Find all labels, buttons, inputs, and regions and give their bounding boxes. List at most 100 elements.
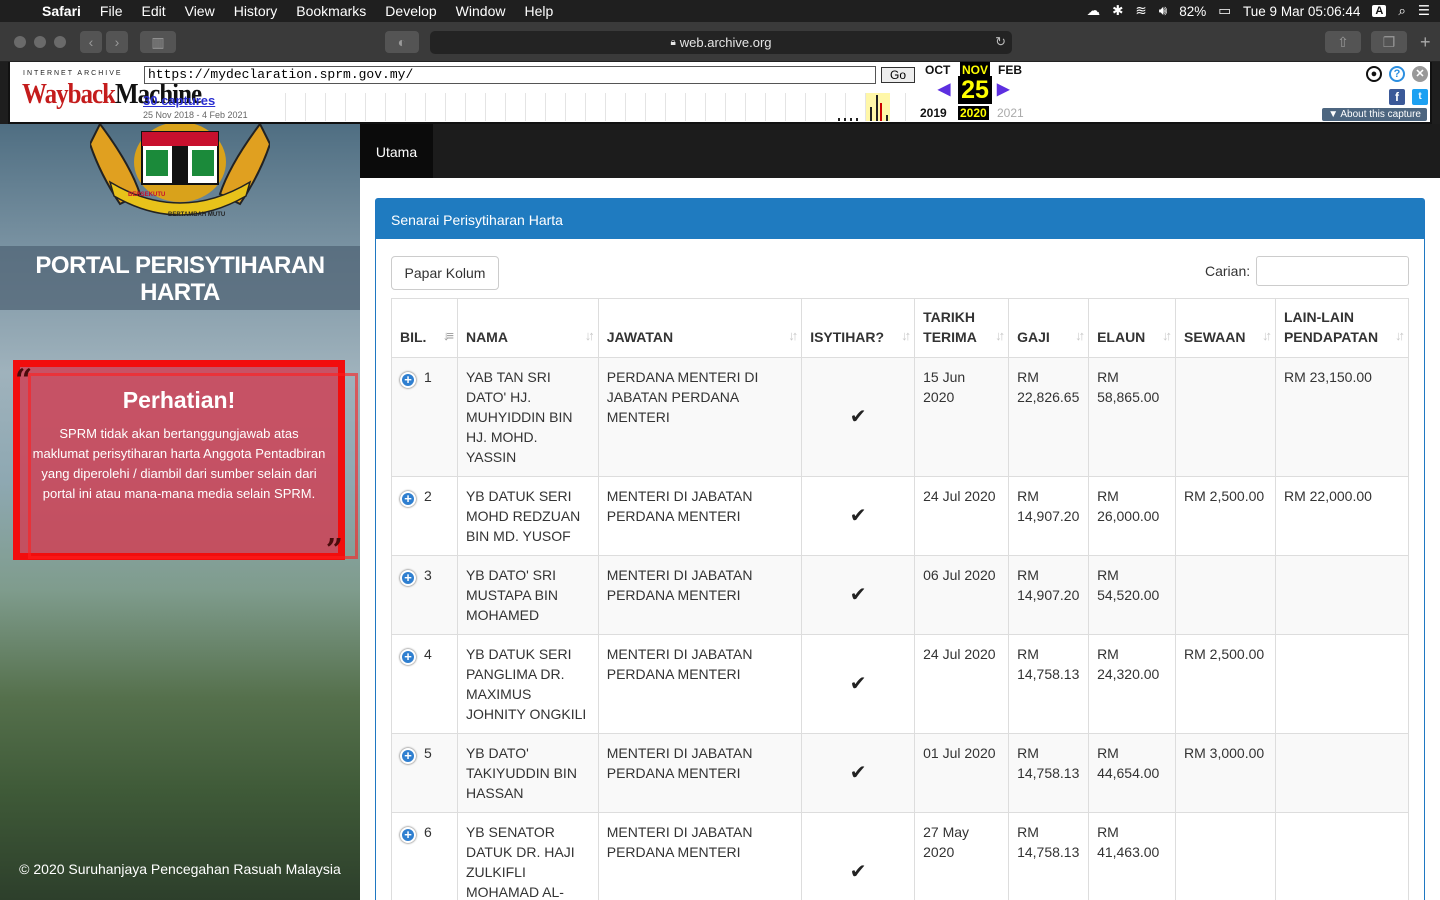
header-nama[interactable]: NAMA ↓↑ bbox=[456, 298, 599, 358]
expand-row-icon[interactable]: + bbox=[400, 748, 416, 764]
close-window-button[interactable] bbox=[14, 36, 26, 48]
header-label: GAJI bbox=[1017, 329, 1050, 345]
address-bar[interactable]: 🔒︎ web.archive.org ↻ bbox=[430, 31, 1012, 54]
captures-range: 25 Nov 2018 - 4 Feb 2021 bbox=[143, 110, 248, 120]
nav-tab-utama[interactable]: Utama bbox=[360, 124, 433, 178]
header-jawatan[interactable]: JAWATAN ↓↑ bbox=[597, 298, 803, 358]
shield-icon[interactable]: ◐ bbox=[385, 31, 419, 53]
next-capture-arrow-icon[interactable]: ▶ bbox=[997, 79, 1009, 99]
user-account-icon[interactable]: ● bbox=[1366, 66, 1382, 82]
cell-gaji: RM 14,758.13 bbox=[1008, 634, 1090, 734]
year-prev[interactable]: 2019 bbox=[920, 106, 947, 120]
menu-history[interactable]: History bbox=[234, 3, 278, 19]
checkmark-icon: ✔ bbox=[801, 476, 916, 556]
expand-row-icon[interactable]: + bbox=[400, 649, 416, 665]
close-quote-icon: ” bbox=[325, 533, 343, 568]
new-tab-icon[interactable]: + bbox=[1420, 32, 1431, 53]
menu-help[interactable]: Help bbox=[524, 3, 553, 19]
clock[interactable]: Tue 9 Mar 05:06:44 bbox=[1243, 4, 1360, 19]
month-prev[interactable]: OCT bbox=[925, 63, 950, 77]
header-label: ELAUN bbox=[1097, 329, 1146, 345]
tabs-overview-icon[interactable]: ❐ bbox=[1371, 31, 1407, 53]
cell-bil: +4 bbox=[391, 634, 458, 734]
spotlight-icon[interactable]: ⌕ bbox=[1398, 3, 1406, 19]
reload-icon[interactable]: ↻ bbox=[995, 34, 1006, 50]
wifi-icon[interactable]: ≋ bbox=[1135, 3, 1146, 19]
notification-center-icon[interactable]: ☰ bbox=[1418, 3, 1430, 19]
cell-bil-value: 2 bbox=[424, 488, 432, 504]
menu-window[interactable]: Window bbox=[456, 3, 506, 19]
header-lain-lain[interactable]: LAIN-LAIN PENDAPATAN ↓↑ bbox=[1274, 298, 1410, 358]
header-elaun[interactable]: ELAUN ↓↑ bbox=[1088, 298, 1177, 358]
header-isytihar[interactable]: ISYTIHAR? ↓↑ bbox=[801, 298, 916, 358]
month-next[interactable]: FEB bbox=[998, 63, 1022, 77]
crest-motto-left: BERSEKUTU bbox=[128, 192, 165, 198]
minimize-window-button[interactable] bbox=[34, 36, 46, 48]
menu-safari[interactable]: Safari bbox=[42, 3, 81, 19]
sidebar-toggle-icon[interactable]: ▥ bbox=[140, 31, 176, 53]
menu-edit[interactable]: Edit bbox=[141, 3, 165, 19]
column-visibility-button[interactable]: Papar Kolum bbox=[391, 256, 499, 290]
header-label: BIL. bbox=[400, 329, 427, 345]
sort-icon: ↓↑ bbox=[1261, 328, 1272, 343]
input-source-icon[interactable]: A bbox=[1372, 5, 1387, 17]
prev-capture-arrow-icon[interactable]: ◀ bbox=[938, 79, 950, 99]
search-label: Carian: bbox=[1205, 263, 1251, 279]
expand-row-icon[interactable]: + bbox=[400, 827, 416, 843]
menu-develop[interactable]: Develop bbox=[385, 3, 436, 19]
cell-bil-value: 4 bbox=[424, 646, 432, 662]
menu-bookmarks[interactable]: Bookmarks bbox=[296, 3, 366, 19]
header-bil[interactable]: BIL. ↓≡ bbox=[391, 298, 458, 358]
battery-icon[interactable]: ▭ bbox=[1218, 3, 1231, 19]
expand-row-icon[interactable]: + bbox=[400, 570, 416, 586]
captures-sparkline[interactable] bbox=[266, 93, 912, 121]
cell-lain bbox=[1274, 733, 1410, 813]
checkmark-icon: ✔ bbox=[801, 634, 916, 734]
header-sewaan[interactable]: SEWAAN ↓↑ bbox=[1175, 298, 1276, 358]
cell-sewaan bbox=[1175, 357, 1276, 477]
header-gaji[interactable]: GAJI ↓↑ bbox=[1008, 298, 1090, 358]
cell-jawatan: MENTERI DI JABATAN PERDANA MENTERI bbox=[597, 476, 803, 556]
facebook-icon[interactable]: f bbox=[1389, 89, 1405, 105]
forward-icon[interactable]: › bbox=[106, 31, 128, 53]
header-tarikh-terima[interactable]: TARIKH TERIMA ↓↑ bbox=[914, 298, 1010, 358]
menu-file[interactable]: File bbox=[100, 3, 123, 19]
help-icon[interactable]: ? bbox=[1389, 66, 1405, 82]
table-row: +5 YB DATO' TAKIYUDDIN BIN HASSAN MENTER… bbox=[391, 733, 1410, 813]
bluetooth-icon[interactable]: ✱ bbox=[1112, 3, 1123, 19]
expand-row-icon[interactable]: + bbox=[400, 491, 416, 507]
share-icon[interactable]: ⇧ bbox=[1325, 31, 1361, 53]
cell-lain: RM 22,000.00 bbox=[1274, 476, 1410, 556]
sparkline-bar bbox=[876, 95, 878, 121]
portal-title: PORTAL PERISYTIHARAN HARTA bbox=[0, 246, 360, 310]
wayback-go-button[interactable]: Go bbox=[881, 67, 915, 83]
search-input[interactable] bbox=[1256, 256, 1409, 286]
sidebar: BERSEKUTU BERTAMBAH MUTU PORTAL PERISYTI… bbox=[0, 124, 360, 900]
battery-percent[interactable]: 82% bbox=[1179, 4, 1206, 19]
sort-icon: ↓↑ bbox=[995, 328, 1005, 343]
expand-row-icon[interactable]: + bbox=[400, 372, 416, 388]
about-capture-button[interactable]: ▼ About this capture bbox=[1322, 108, 1427, 121]
cell-gaji: RM 14,758.13 bbox=[1008, 812, 1090, 900]
cloud-upload-icon[interactable]: ☁ bbox=[1087, 3, 1101, 19]
captures-link[interactable]: 30 captures bbox=[143, 93, 215, 108]
close-toolbar-icon[interactable]: ✕ bbox=[1412, 66, 1428, 82]
menu-view[interactable]: View bbox=[185, 3, 215, 19]
back-icon[interactable]: ‹ bbox=[80, 31, 102, 53]
wayback-url-input[interactable]: https://mydeclaration.sprm.gov.my/ bbox=[144, 66, 876, 84]
volume-icon[interactable]: 🔊︎ bbox=[1159, 3, 1168, 19]
cell-tarikh: 06 Jul 2020 bbox=[914, 555, 1010, 635]
sparkline-bar bbox=[880, 103, 882, 121]
header-label: LAIN-LAIN PENDAPATAN bbox=[1283, 309, 1379, 345]
twitter-icon[interactable]: t bbox=[1412, 89, 1428, 105]
main-content: Utama Senarai Perisytiharan Harta Papar … bbox=[360, 124, 1440, 900]
cell-jawatan: MENTERI DI JABATAN PERDANA MENTERI bbox=[597, 634, 803, 734]
zoom-window-button[interactable] bbox=[54, 36, 66, 48]
declaration-table: BIL. ↓≡ NAMA ↓↑ JAWATAN ↓↑ ISYTIHAR? ↓↑ TARI… bbox=[391, 298, 1410, 900]
capture-day: 25 bbox=[958, 76, 992, 104]
header-label: NAMA bbox=[465, 329, 508, 345]
cell-jawatan: MENTERI DI JABATAN PERDANA MENTERI bbox=[597, 812, 803, 900]
checkmark-icon: ✔ bbox=[801, 555, 916, 635]
sort-icon: ↓↑ bbox=[788, 328, 798, 343]
notice-inner-frame bbox=[28, 373, 358, 559]
